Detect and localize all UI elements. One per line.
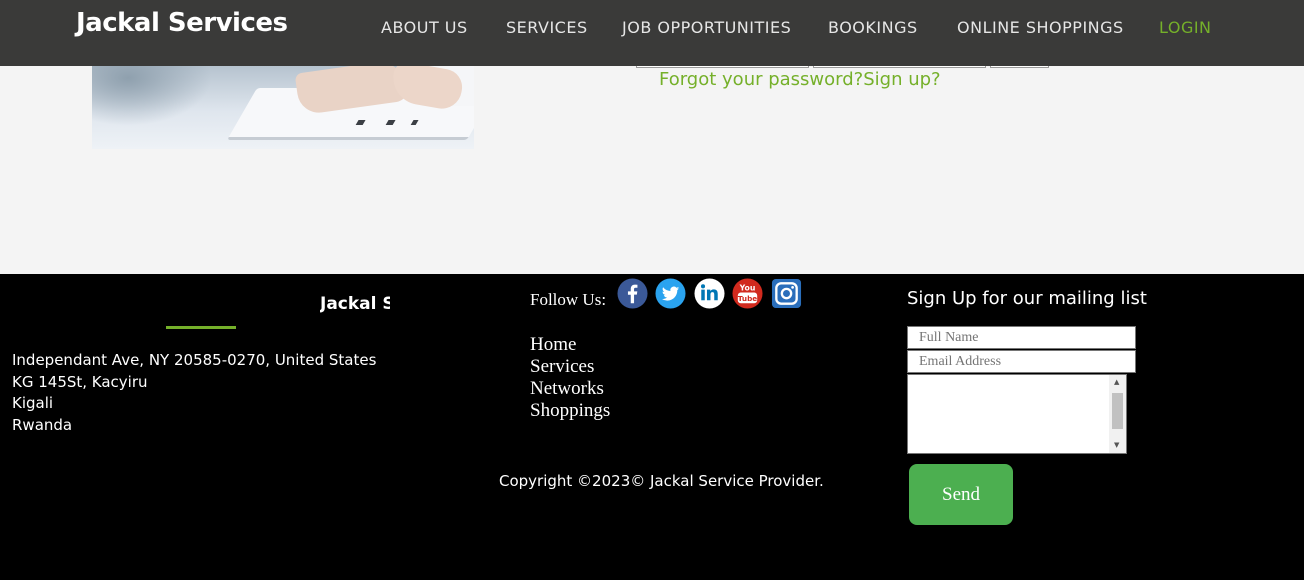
svg-text:You: You [739, 284, 756, 293]
scroll-up-arrow-icon[interactable]: ▲ [1114, 378, 1119, 386]
address-line: KG 145St, Kacyiru [12, 372, 148, 391]
linkedin-icon[interactable] [694, 278, 725, 309]
footer-links: Home Services Networks Shoppings [530, 334, 610, 422]
address-line: Rwanda [12, 416, 73, 435]
forgot-signup-line: Forgot your password?Sign up? [659, 69, 941, 90]
footer-brand-container: Jackal Services [320, 294, 390, 316]
footer-brand: Jackal Services [320, 294, 390, 314]
copyright-text: Copyright ©2023© Jackal Service Provider… [499, 472, 824, 490]
site-footer: Jackal Services Independant Ave, NY 2058… [0, 274, 1304, 580]
nav-login[interactable]: LOGIN [1159, 18, 1212, 37]
footer-link-networks[interactable]: Networks [530, 378, 610, 400]
scroll-down-arrow-icon[interactable]: ▼ [1114, 441, 1119, 449]
footer-link-services[interactable]: Services [530, 356, 610, 378]
svg-text:Tube: Tube [738, 294, 757, 303]
address-line: Kigali [12, 394, 54, 413]
twitter-icon[interactable] [655, 278, 686, 309]
follow-us-label: Follow Us: [530, 290, 607, 309]
full-name-input[interactable] [907, 326, 1136, 349]
textarea-scrollbar[interactable]: ▲ ▼ [1109, 375, 1126, 453]
nav-job-opportunities[interactable]: JOB OPPORTUNITIES [622, 18, 791, 37]
sign-up-link[interactable]: Sign up? [863, 69, 940, 90]
send-button[interactable]: Send [909, 464, 1013, 525]
nav-bookings[interactable]: BOOKINGS [828, 18, 918, 37]
address-line: Independant Ave, NY 20585-0270, United S… [12, 351, 377, 369]
forgot-password-link[interactable]: Forgot your password? [659, 69, 863, 90]
nav-about-us[interactable]: ABOUT US [381, 18, 468, 37]
laptop-hero-image [92, 66, 474, 149]
message-textarea[interactable]: ▲ ▼ [907, 374, 1127, 454]
facebook-icon[interactable] [617, 278, 648, 309]
nav-services[interactable]: SERVICES [506, 18, 588, 37]
footer-divider [166, 326, 236, 329]
top-navbar: Jackal Services ABOUT US SERVICES JOB OP… [0, 0, 1304, 66]
mailing-list-title: Sign Up for our mailing list [907, 288, 1147, 309]
nav-online-shoppings[interactable]: ONLINE SHOPPINGS [957, 18, 1124, 37]
footer-link-home[interactable]: Home [530, 334, 610, 356]
scrollbar-thumb[interactable] [1112, 393, 1123, 429]
site-brand[interactable]: Jackal Services [76, 8, 288, 38]
instagram-icon[interactable] [771, 278, 802, 309]
youtube-icon[interactable]: You Tube [732, 278, 763, 309]
footer-address: Independant Ave, NY 20585-0270, United S… [12, 350, 376, 437]
footer-link-shoppings[interactable]: Shoppings [530, 400, 610, 422]
email-address-input[interactable] [907, 350, 1136, 373]
